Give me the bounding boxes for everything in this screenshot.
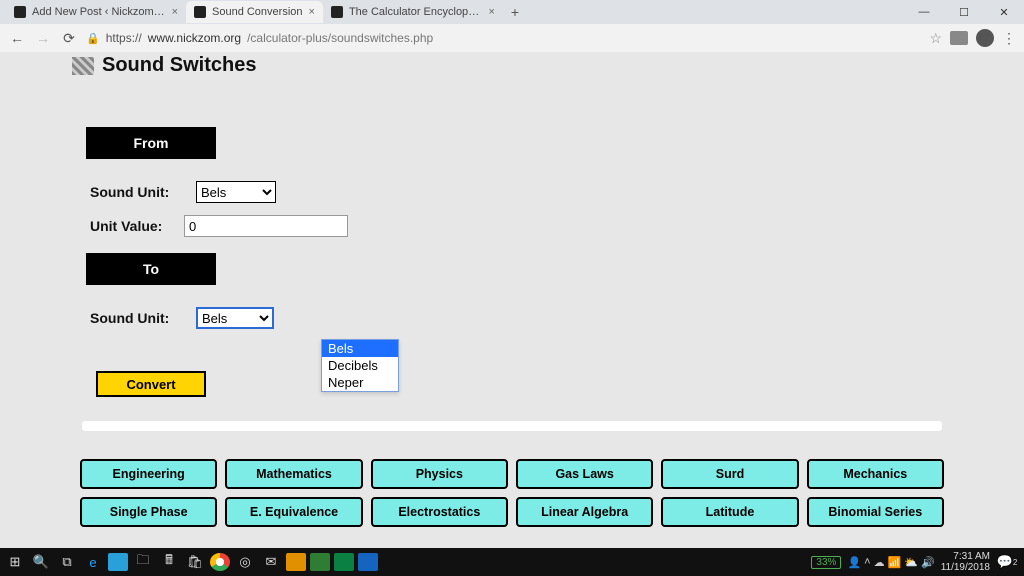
file-explorer-icon[interactable]: 🗀 — [132, 552, 154, 572]
unit-value-label: Unit Value: — [90, 218, 168, 234]
from-section-header: From — [86, 127, 216, 159]
tray-cloud-icon[interactable]: ⛅ — [904, 556, 918, 569]
category-row-2: Single Phase E. Equivalence Electrostati… — [72, 497, 952, 527]
bookmark-star-icon[interactable]: ☆ — [929, 30, 942, 47]
task-view-icon[interactable]: ⧉ — [56, 552, 78, 572]
maximize-button[interactable]: ☐ — [944, 0, 984, 24]
battery-indicator[interactable]: 33% — [811, 556, 841, 569]
from-sound-unit-label: Sound Unit: — [90, 184, 180, 200]
cat-binomial-series[interactable]: Binomial Series — [807, 497, 944, 527]
mail-icon[interactable]: ✉ — [260, 552, 282, 572]
cat-mechanics[interactable]: Mechanics — [807, 459, 944, 489]
favicon-icon — [14, 6, 26, 18]
from-sound-unit-select[interactable]: Bels — [196, 181, 276, 203]
calculator-icon[interactable]: 🖩 — [158, 552, 180, 572]
tab-label: The Calculator Encyclopedia Con — [349, 6, 483, 18]
taskbar-app-1[interactable] — [108, 553, 128, 571]
cat-physics[interactable]: Physics — [371, 459, 508, 489]
divider — [82, 421, 942, 431]
tray-wifi-icon[interactable]: 📶 — [888, 556, 902, 569]
to-sound-unit-select[interactable]: Bels — [196, 307, 274, 329]
forward-button[interactable]: → — [34, 30, 52, 46]
taskbar-app-5[interactable] — [334, 553, 354, 571]
tray-onedrive-icon[interactable]: ☁ — [874, 556, 885, 569]
reload-button[interactable]: ⟳ — [60, 30, 78, 47]
close-icon[interactable]: × — [309, 6, 315, 18]
cat-e-equivalence[interactable]: E. Equivalence — [225, 497, 362, 527]
start-button[interactable]: ⊞ — [4, 552, 26, 572]
category-row-1: Engineering Mathematics Physics Gas Laws… — [72, 459, 952, 489]
cat-mathematics[interactable]: Mathematics — [225, 459, 362, 489]
cat-electrostatics[interactable]: Electrostatics — [371, 497, 508, 527]
taskbar-app-3[interactable] — [286, 553, 306, 571]
system-tray[interactable]: 👤 ˄ ☁ 📶 ⛅ 🔊 — [847, 556, 934, 569]
new-tab-button[interactable]: + — [503, 4, 527, 20]
extension-icon[interactable] — [950, 31, 968, 45]
taskbar-app-4[interactable] — [310, 553, 330, 571]
cat-single-phase[interactable]: Single Phase — [80, 497, 217, 527]
close-icon[interactable]: × — [489, 6, 495, 18]
unit-value-input[interactable] — [184, 215, 348, 237]
favicon-icon — [194, 6, 206, 18]
tab-1[interactable]: Add New Post ‹ Nickzom Blog — × — [6, 1, 186, 23]
cat-linear-algebra[interactable]: Linear Algebra — [516, 497, 653, 527]
tab-label: Add New Post ‹ Nickzom Blog — — [32, 6, 166, 18]
dropdown-option-neper[interactable]: Neper — [322, 374, 398, 391]
search-icon[interactable]: 🔍 — [30, 552, 52, 572]
clock-time: 7:31 AM — [941, 551, 990, 562]
cat-gas-laws[interactable]: Gas Laws — [516, 459, 653, 489]
url-field[interactable]: 🔒 https:// www.nickzom.org/calculator-plu… — [86, 31, 921, 45]
page-viewport: Sound Switches From Sound Unit: Bels Uni… — [0, 52, 1024, 548]
tab-label: Sound Conversion — [212, 6, 303, 18]
favicon-icon — [331, 6, 343, 18]
tray-up-icon[interactable]: ˄ — [864, 556, 870, 569]
tab-3[interactable]: The Calculator Encyclopedia Con × — [323, 1, 503, 23]
edge-icon[interactable]: e — [82, 552, 104, 572]
address-bar: ← → ⟳ 🔒 https:// www.nickzom.org/calculat… — [0, 24, 1024, 52]
windows-taskbar: ⊞ 🔍 ⧉ e 🗀 🖩 🛍 ◎ ✉ 33% 👤 ˄ ☁ 📶 ⛅ 🔊 7:31 A… — [0, 548, 1024, 576]
convert-button[interactable]: Convert — [96, 371, 206, 397]
notifications-icon[interactable]: 💬2 — [996, 552, 1018, 572]
page-header: Sound Switches — [72, 52, 952, 77]
logo-icon — [72, 57, 94, 75]
taskbar-app-2[interactable]: ◎ — [234, 552, 256, 572]
dropdown-option-decibels[interactable]: Decibels — [322, 357, 398, 374]
lock-icon: 🔒 — [86, 32, 100, 45]
tab-2[interactable]: Sound Conversion × — [186, 1, 323, 23]
to-sound-unit-dropdown[interactable]: Bels Decibels Neper — [321, 339, 399, 392]
store-icon[interactable]: 🛍 — [184, 552, 206, 572]
page-title: Sound Switches — [102, 54, 256, 77]
url-path: /calculator-plus/soundswitches.php — [247, 31, 433, 45]
cat-surd[interactable]: Surd — [661, 459, 798, 489]
clock-date: 11/19/2018 — [941, 562, 990, 573]
cat-engineering[interactable]: Engineering — [80, 459, 217, 489]
to-sound-unit-label: Sound Unit: — [90, 310, 180, 326]
close-icon[interactable]: × — [172, 6, 178, 18]
browser-chrome: Add New Post ‹ Nickzom Blog — × Sound Co… — [0, 0, 1024, 52]
close-window-button[interactable]: ✕ — [984, 0, 1024, 24]
tray-people-icon[interactable]: 👤 — [847, 556, 861, 569]
back-button[interactable]: ← — [8, 30, 26, 46]
cat-latitude[interactable]: Latitude — [661, 497, 798, 527]
taskbar-clock[interactable]: 7:31 AM 11/19/2018 — [941, 551, 990, 573]
window-controls: — ☐ ✕ — [904, 0, 1024, 24]
minimize-button[interactable]: — — [904, 0, 944, 24]
taskbar-app-6[interactable] — [358, 553, 378, 571]
url-scheme: https:// — [106, 31, 142, 45]
profile-avatar-icon[interactable] — [976, 29, 994, 47]
url-host: www.nickzom.org — [148, 31, 241, 45]
menu-icon[interactable]: ⋮ — [1002, 30, 1016, 47]
tab-strip: Add New Post ‹ Nickzom Blog — × Sound Co… — [0, 0, 1024, 24]
dropdown-option-bels[interactable]: Bels — [322, 340, 398, 357]
chrome-icon[interactable] — [210, 553, 230, 571]
tray-volume-icon[interactable]: 🔊 — [921, 556, 935, 569]
to-section-header: To — [86, 253, 216, 285]
